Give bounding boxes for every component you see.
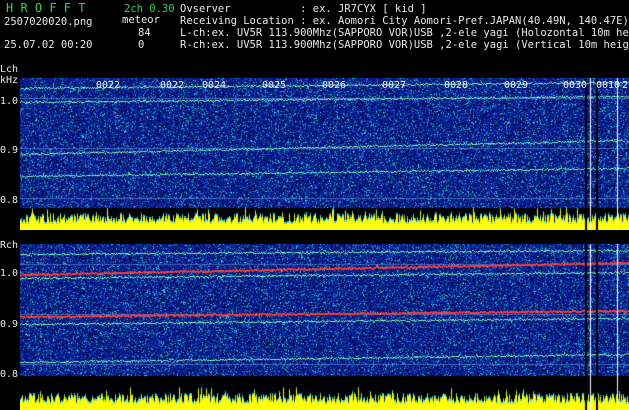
time-marker: 0026 [322, 80, 347, 91]
lch-tick-3: 0.8 [0, 195, 19, 206]
type-label: meteor [122, 14, 160, 26]
rch-spectrogram [20, 244, 629, 410]
time-marker: 2 [622, 80, 629, 91]
count-l: 84 [138, 27, 151, 39]
datetime: 25.07.02 00:20 [4, 39, 93, 51]
time-marker: 0024 [202, 80, 227, 91]
time-marker: 0022 [96, 80, 121, 91]
r-channel-line: R-ch:ex. UV5R 113.900Mhz(SAPPORO VOR)USB… [180, 39, 629, 51]
time-marker: 0025 [262, 80, 287, 91]
lch-spectrogram [20, 78, 629, 230]
lch-label: Lch [0, 64, 19, 75]
lch-tick-2: 0.9 [0, 145, 19, 156]
time-marker: 0030 [563, 80, 588, 91]
l-channel-line: L-ch:ex. UV5R 113.900Mhz(SAPPORO VOR)USB… [180, 27, 629, 39]
rch-tick-1: 1.0 [0, 268, 19, 279]
time-marker: 0010 [596, 80, 621, 91]
lch-unit: kHz [0, 75, 19, 86]
rch-label: Rch [0, 240, 19, 251]
time-marker: 0029 [504, 80, 529, 91]
rch-tick-2: 0.9 [0, 319, 19, 330]
location-line: Receiving Location : ex. Aomori City Aom… [180, 15, 629, 27]
time-marker: 0028 [444, 80, 469, 91]
app-title: H R O F F T [6, 1, 86, 15]
lch-tick-1: 1.0 [0, 96, 19, 107]
time-marker: 0027 [382, 80, 407, 91]
observer-line: Ovserver : ex. JR7CYX [ kid ] [180, 3, 427, 15]
filename: 2507020020.png [4, 16, 93, 28]
count-r: 0 [138, 39, 145, 51]
rch-tick-3: 0.8 [0, 369, 19, 380]
time-marker: 0022 [160, 80, 185, 91]
